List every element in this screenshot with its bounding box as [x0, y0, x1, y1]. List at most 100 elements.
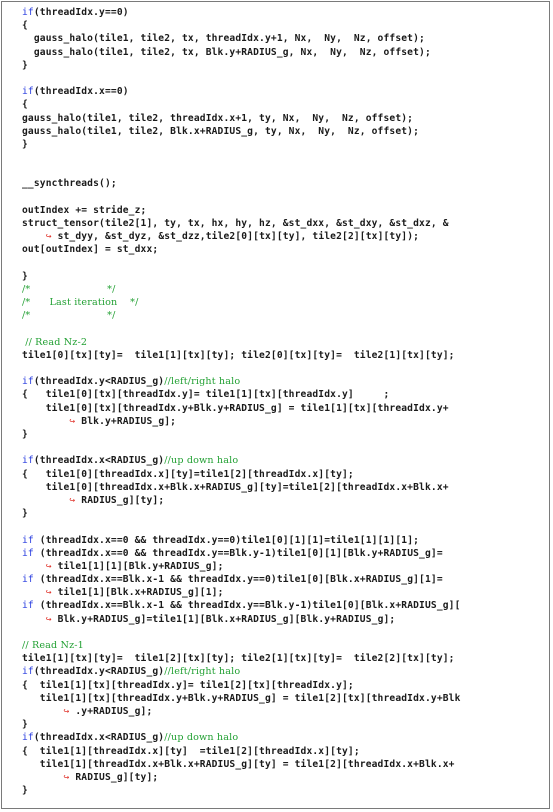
code-line: { — [22, 19, 461, 32]
code-text: (threadIdx.y<RADIUS_g) — [33, 376, 165, 388]
code-text: } — [22, 719, 28, 731]
code-text: { tile1[0][threadIdx.x][ty]=tile1[2][thr… — [22, 468, 354, 480]
code-text: outIndex += stride_z; — [22, 204, 147, 216]
code-text: { tile1[1][tx][threadIdx.y]= tile1[2][tx… — [22, 679, 354, 691]
code-text: } — [22, 138, 28, 150]
code-text: (threadIdx.x==Blk.x-1 && threadIdx.y==Bl… — [33, 600, 461, 612]
code-line: } — [22, 718, 461, 731]
code-line: struct_tensor(tile2[1], ty, tx, hx, hy, … — [22, 217, 461, 230]
code-text: } — [22, 508, 28, 520]
keyword: if — [22, 600, 34, 612]
code-line: } — [22, 784, 461, 797]
code-line: if(threadIdx.x<RADIUS_g)//up down halo — [22, 731, 461, 744]
code-line: ↪ RADIUS_g][ty]; — [22, 771, 461, 784]
keyword: if — [22, 732, 34, 744]
code-text: (threadIdx.x==Blk.x-1 && threadIdx.y==0)… — [33, 574, 443, 586]
comment: //up down halo — [164, 455, 239, 467]
code-line: ↪ tile1[1][1][Blk.y+RADIUS_g]; — [22, 560, 461, 573]
code-line: if (threadIdx.x==Blk.x-1 && threadIdx.y=… — [22, 573, 461, 586]
code-text: } — [22, 270, 28, 282]
code-text: } — [22, 429, 28, 440]
comment: /* Last iteration */ — [22, 297, 139, 309]
comment: // Read Nz-1 — [22, 640, 84, 651]
code-line: ↪ st_dyy, &st_dyz, &st_dzz,tile2[0][tx][… — [22, 230, 461, 243]
comment: //left/right halo — [164, 376, 241, 388]
code-line: { tile1[0][tx][threadIdx.y]= tile1[1][tx… — [22, 388, 461, 401]
code-text: } — [22, 59, 28, 71]
code-line: gauss_halo(tile1, tile2, tx, threadIdx.y… — [22, 32, 461, 45]
code-line: ↪ tile1[1][Blk.x+RADIUS_g][1]; — [22, 586, 461, 599]
keyword: if — [22, 376, 34, 388]
code-listing: if(threadIdx.y==0){ gauss_halo(tile1, ti… — [22, 6, 461, 797]
code-line: gauss_halo(tile1, tile2, threadIdx.x+1, … — [22, 112, 461, 125]
code-line: /* */ — [22, 309, 461, 322]
code-line: tile1[1][tx][ty]= tile1[2][tx][ty]; tile… — [22, 652, 461, 665]
code-line: if(threadIdx.x==0) — [22, 85, 461, 98]
code-text: tile1[0][tx][ty]= tile1[1][tx][ty]; tile… — [22, 349, 455, 361]
code-line: { — [22, 98, 461, 111]
keyword: if — [22, 574, 34, 586]
code-text: (threadIdx.x<RADIUS_g) — [33, 455, 165, 467]
code-text: tile1[1][1][Blk.y+RADIUS_g]; — [51, 560, 224, 572]
code-text: (threadIdx.x==0) — [33, 86, 129, 98]
code-line: // Read Nz-1 — [22, 639, 461, 652]
code-line: } — [22, 59, 461, 72]
code-line: outIndex += stride_z; — [22, 204, 461, 217]
code-line: out[outIndex] = st_dxx; — [22, 243, 461, 256]
code-text: gauss_halo(tile1, tile2, tx, threadIdx.y… — [22, 33, 425, 45]
code-line: } — [22, 507, 461, 520]
code-text: RADIUS_g][ty]; — [75, 494, 165, 506]
code-line: if (threadIdx.x==Blk.x-1 && threadIdx.y=… — [22, 599, 461, 612]
comment: /* */ — [22, 283, 116, 295]
code-text: tile1[1][tx][ty]= tile1[2][tx][ty]; tile… — [22, 653, 455, 665]
code-text: __syncthreads(); — [22, 178, 117, 190]
code-text: out[outIndex] = st_dxx; — [22, 244, 159, 256]
code-line: gauss_halo(tile1, tile2, tx, Blk.y+RADIU… — [22, 46, 461, 59]
code-line: tile1[0][tx][ty]= tile1[1][tx][ty]; tile… — [22, 349, 461, 362]
comment: // Read Nz-2 — [22, 336, 88, 348]
code-line: } — [22, 138, 461, 151]
code-text: gauss_halo(tile1, tile2, Blk.x+RADIUS_g,… — [22, 125, 420, 137]
code-text: gauss_halo(tile1, tile2, threadIdx.x+1, … — [22, 112, 414, 124]
comment: //left/right halo — [164, 666, 241, 678]
code-line: if(threadIdx.y<RADIUS_g)//left/right hal… — [22, 665, 461, 678]
code-line: { tile1[1][tx][threadIdx.y]= tile1[2][tx… — [22, 679, 461, 692]
code-text: tile1[0][tx][threadIdx.y+Blk.y+RADIUS_g]… — [22, 402, 449, 414]
code-text: gauss_halo(tile1, tile2, tx, Blk.y+RADIU… — [22, 46, 431, 58]
keyword: if — [22, 547, 34, 559]
code-line: // Read Nz-2 — [22, 336, 461, 349]
code-text: { — [22, 20, 28, 32]
code-text: (threadIdx.x<RADIUS_g) — [33, 732, 165, 744]
code-text: { tile1[0][tx][threadIdx.y]= tile1[1][tx… — [22, 389, 390, 401]
code-text: } — [22, 785, 28, 797]
code-text: (threadIdx.y<RADIUS_g) — [33, 666, 165, 678]
code-line: __syncthreads(); — [22, 177, 461, 190]
code-text: tile1[1][tx][threadIdx.y+Blk.y+RADIUS_g]… — [22, 692, 461, 704]
code-line: { tile1[1][threadIdx.x][ty] =tile1[2][th… — [22, 745, 461, 758]
comment: /* */ — [22, 310, 116, 322]
code-line: ↪ .y+RADIUS_g]; — [22, 705, 461, 718]
code-line: if(threadIdx.y<RADIUS_g)//left/right hal… — [22, 375, 461, 388]
keyword: if — [22, 666, 34, 678]
keyword: if — [22, 455, 34, 467]
code-line: /* */ — [22, 283, 461, 296]
code-line: tile1[0][threadIdx.x+Blk.x+RADIUS_g][ty]… — [22, 481, 461, 494]
keyword: if — [22, 534, 34, 546]
code-line: } — [22, 428, 461, 441]
